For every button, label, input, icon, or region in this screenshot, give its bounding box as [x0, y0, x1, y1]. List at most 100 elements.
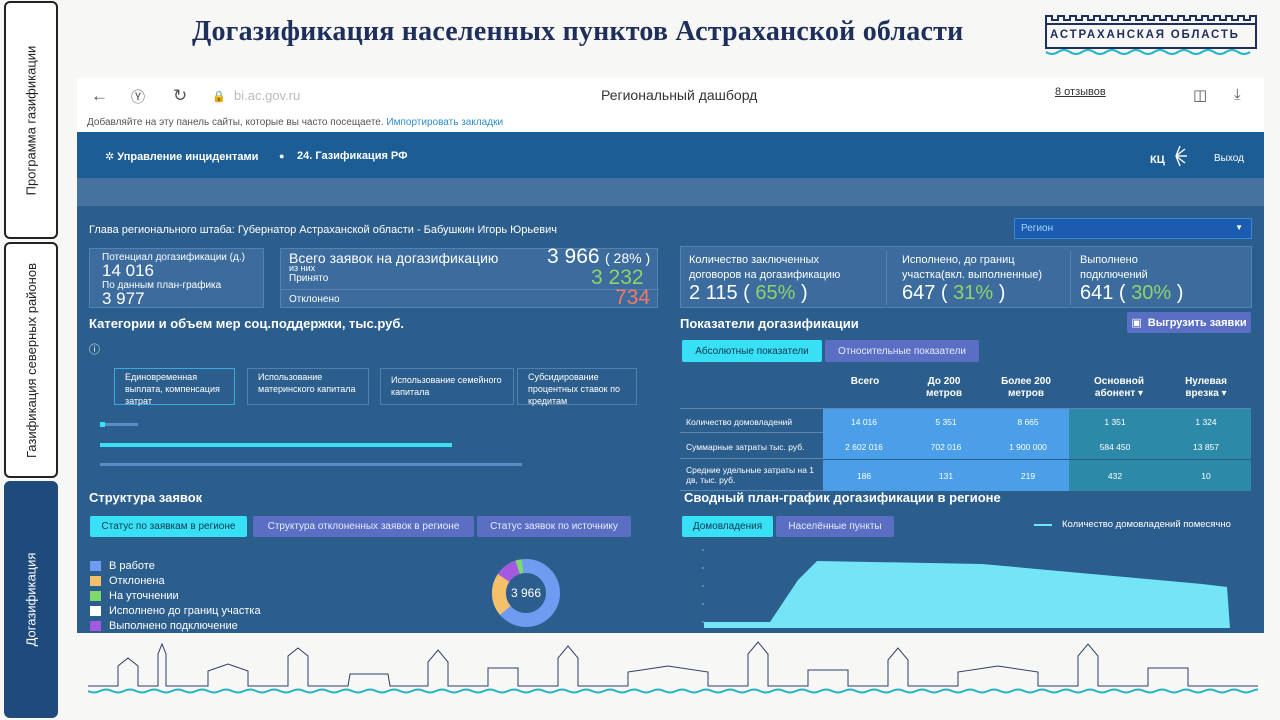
col-header-label: Нулевая врезка: [1185, 376, 1227, 399]
legend-swatch: [90, 606, 101, 616]
tab-label: Структура отклоненных заявок в регионе: [267, 521, 460, 532]
tab-label: Статус заявок по источнику: [490, 521, 618, 532]
browser-window: ← Ⓨ ↻ 🔒 bi.ac.gov.ru Региональный дашбор…: [77, 78, 1264, 633]
done-border-label: Исполнено, до границ участка(вкл. выполн…: [902, 254, 1043, 281]
bar-lump-sum: [100, 443, 452, 447]
export-button[interactable]: ▣ Выгрузить заявки: [1127, 312, 1251, 333]
divider: [886, 251, 887, 305]
table-cell: 219: [987, 460, 1069, 491]
table-cell: 1 900 000: [987, 434, 1069, 459]
row-label: Количество домовладений: [686, 417, 793, 427]
chart-ticks: [702, 549, 704, 623]
tab-status-source[interactable]: Статус заявок по источнику: [477, 516, 631, 537]
plan-value: 3 977: [102, 289, 145, 308]
table-cell: 2 602 016: [823, 434, 905, 459]
download-icon[interactable]: ⤓: [1234, 86, 1241, 103]
tab-relative[interactable]: Относительные показатели: [825, 340, 979, 362]
divider: [1070, 251, 1071, 305]
of-them-label: из них: [289, 263, 316, 273]
legend-swatch: [90, 561, 101, 571]
side-tab-dogas[interactable]: Догазификация: [4, 481, 58, 718]
yandex-icon[interactable]: Ⓨ: [131, 87, 145, 107]
col-header-main-subscriber[interactable]: Основной абонент ▾: [1087, 376, 1151, 400]
connections-value-row: 641 ( 30% ): [1080, 282, 1184, 304]
dashboard: Глава регионального штаба: Губернатор Ас…: [77, 206, 1264, 633]
reader-icon[interactable]: ◫: [1193, 86, 1207, 104]
contracts-value-row: 2 115 ( 65% ): [689, 282, 808, 304]
col-header-over-200: Более 200 метров: [1001, 376, 1051, 399]
table-cell: 186: [823, 460, 905, 491]
tab-status-region[interactable]: Статус по заявкам в регионе: [90, 516, 247, 537]
connections-label: Выполнено подключений: [1080, 254, 1148, 281]
tab-settlements[interactable]: Населённые пункты: [776, 516, 894, 537]
schedule-area-chart: [702, 549, 1230, 628]
category-subsidy[interactable]: Субсидирование процентных ставок по кред…: [517, 368, 637, 406]
tab-absolute[interactable]: Абсолютные показатели: [682, 340, 822, 362]
region-select-value: Регион: [1021, 223, 1054, 234]
side-tab-label: Газификация северных районов: [23, 262, 39, 458]
gear-icon: ✲: [105, 151, 118, 163]
url-field[interactable]: bi.ac.gov.ru: [234, 88, 300, 103]
bookmarks-bar: Добавляйте на эту панель сайты, которые …: [87, 117, 503, 128]
category-label: Единовременная выплата, компенсация затр…: [125, 372, 220, 406]
divider: [281, 289, 659, 290]
contracts-value: 2 115: [689, 282, 738, 304]
reload-icon[interactable]: ↻: [173, 86, 187, 106]
legend-item: На уточнении: [90, 590, 179, 602]
browser-toolbar: ← Ⓨ ↻ 🔒 bi.ac.gov.ru Региональный дашбор…: [77, 78, 1264, 132]
tab-rejected-structure[interactable]: Структура отклоненных заявок в регионе: [253, 516, 474, 537]
app-logo-icon: КЦ: [1150, 145, 1187, 167]
done-border-pct: 31%: [953, 282, 994, 304]
reviews-link[interactable]: 8 отзывов: [1055, 86, 1106, 98]
tab-label: Домовладения: [692, 521, 763, 532]
col-header-zero-tap[interactable]: Нулевая врезка ▾: [1177, 376, 1235, 400]
done-border-value-row: 647 ( 31% ): [902, 282, 1006, 304]
import-bookmarks-link[interactable]: Импортировать закладки: [386, 117, 503, 128]
nav-incidents[interactable]: ✲ Управление инцидентами: [105, 150, 258, 163]
indicators-title: Показатели догазификации: [680, 316, 859, 331]
bar-total: [100, 463, 522, 466]
row-label: Средние удельные затраты на 1 дв, тыс. р…: [686, 465, 815, 485]
category-label: Субсидирование процентных ставок по кред…: [528, 372, 621, 406]
category-lump-sum[interactable]: Единовременная выплата, компенсация затр…: [114, 368, 235, 406]
legend-label: Выполнено подключение: [109, 620, 238, 632]
table-cell: 1 351: [1069, 409, 1161, 434]
category-family[interactable]: Использование семейного капитала: [380, 368, 514, 405]
legend-item: Исполнено до границ участка: [90, 605, 261, 617]
categories-title: Категории и объем мер соц.поддержки, тыс…: [89, 316, 404, 331]
table-cell: 8 665: [987, 409, 1069, 434]
legend-swatch: [90, 576, 101, 586]
nav-incidents-label: Управление инцидентами: [117, 151, 259, 163]
tab-label: Относительные показатели: [838, 345, 966, 357]
slide: { "side_tabs": [ {"label": "Программа га…: [0, 0, 1280, 720]
category-maternity[interactable]: Использование материнского капитала: [247, 368, 369, 405]
bar-track: [100, 423, 138, 426]
region-select[interactable]: Регион ▼: [1014, 218, 1252, 239]
requests-donut: 3 966: [492, 558, 560, 627]
contracts-pct: 65%: [755, 282, 796, 304]
info-icon[interactable]: ⓘ: [89, 341, 100, 357]
legend-swatch: [90, 621, 101, 631]
tab-households[interactable]: Домовладения: [682, 516, 773, 537]
rejected-label: Отклонено: [289, 294, 340, 305]
table-cell: 432: [1069, 460, 1161, 491]
connections-pct: 30%: [1131, 282, 1172, 304]
lock-icon: 🔒: [212, 91, 226, 103]
app-logo: КЦ: [1149, 144, 1189, 168]
schedule-legend-label: Количество домовладений помесячно: [1062, 519, 1231, 530]
side-tab-gas-program[interactable]: Программа газификации: [4, 1, 58, 239]
side-tab-north[interactable]: Газификация северных районов: [4, 242, 58, 478]
contracts-label: Количество заключенных договоров на дога…: [689, 254, 841, 281]
logout-link[interactable]: Выход: [1214, 153, 1244, 164]
total-label: Всего заявок на догазификацию: [289, 250, 499, 266]
nav-gasification[interactable]: 24. Газификация РФ: [297, 150, 408, 162]
col-header-under-200: До 200 метров: [925, 376, 963, 399]
back-icon[interactable]: ←: [91, 86, 108, 106]
legend-label: Отклонена: [109, 575, 165, 587]
document-icon: ▣: [1131, 317, 1142, 329]
app-header: ✲ Управление инцидентами ● 24. Газификац…: [77, 132, 1264, 178]
col-header-label: Основной абонент: [1094, 376, 1144, 399]
table-cell: 131: [905, 460, 987, 491]
head-label: Глава регионального штаба: Губернатор Ас…: [89, 224, 557, 236]
logo-text: АСТРАХАНСКАЯ ОБЛАСТЬ: [1050, 29, 1240, 41]
